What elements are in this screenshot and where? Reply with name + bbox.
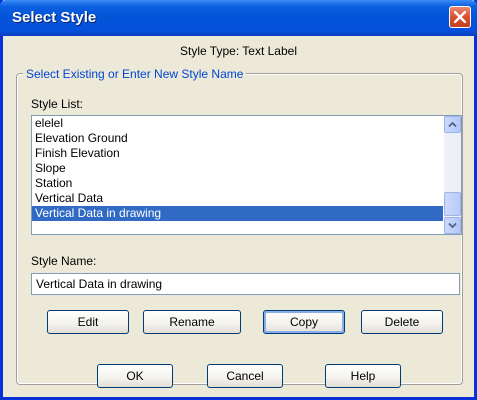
cancel-button[interactable]: Cancel [207,364,283,388]
select-style-dialog: Select Style Style Type: Text Label Sele… [0,0,477,400]
dialog-title: Select Style [12,9,97,26]
rename-button[interactable]: Rename [143,310,241,334]
list-item[interactable]: Slope [32,161,443,176]
style-name-label: Style Name: [31,254,97,268]
delete-button[interactable]: Delete [361,310,443,334]
list-item[interactable]: Vertical Data [32,191,443,206]
chevron-up-icon [448,121,457,128]
scroll-thumb[interactable] [444,192,461,216]
scroll-up-button[interactable] [444,116,461,133]
list-scrollbar[interactable] [444,116,461,234]
scroll-down-button[interactable] [444,217,461,234]
edit-button[interactable]: Edit [47,310,129,334]
style-list-label: Style List: [31,97,84,111]
close-icon [454,11,466,23]
list-item-selected[interactable]: Vertical Data in drawing [32,206,443,221]
list-item[interactable]: Elevation Ground [32,131,443,146]
style-type-label: Style Type: Text Label [180,44,297,58]
style-list[interactable]: elelel Elevation Ground Finish Elevation… [31,115,462,235]
help-button[interactable]: Help [325,364,401,388]
list-item[interactable]: elelel [32,116,443,131]
close-button[interactable] [449,6,471,28]
chevron-down-icon [448,222,457,229]
list-item[interactable]: Finish Elevation [32,146,443,161]
title-bar[interactable]: Select Style [0,0,477,36]
style-name-input[interactable] [31,273,460,295]
copy-button[interactable]: Copy [263,310,345,334]
group-legend: Select Existing or Enter New Style Name [23,67,247,81]
ok-button[interactable]: OK [97,364,173,388]
list-item[interactable]: Station [32,176,443,191]
